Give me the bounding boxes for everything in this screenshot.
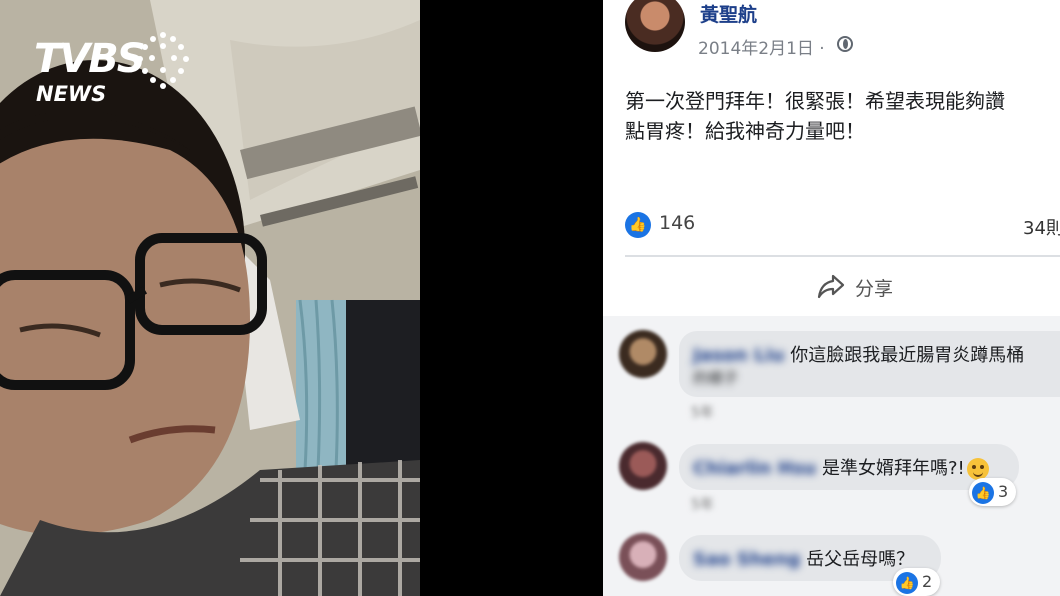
comment-text: 岳父岳母嗎？ (806, 549, 915, 570)
black-gap (420, 0, 603, 596)
comment-time[interactable]: 5年 (691, 494, 714, 514)
comment-count[interactable]: 34則 (1023, 214, 1060, 240)
thumbs-up-icon: 👍 (896, 571, 918, 594)
tvbs-news-logo: TVBS NEWS (34, 30, 194, 110)
divider (625, 255, 1060, 257)
comment-text: 你這臉跟我最近腸胃炎蹲馬桶 (790, 345, 1025, 366)
post-author[interactable]: 黃聖航 (700, 0, 757, 27)
commenter-avatar[interactable] (619, 330, 667, 378)
comment-text-continued: 的樣子 (693, 369, 739, 387)
author-avatar[interactable] (625, 0, 685, 52)
commenter-name[interactable]: Chiarlin Hsu (693, 458, 816, 479)
comment-reactions[interactable]: 👍 2 (893, 568, 941, 596)
post-content: 第一次登門拜年！很緊張！希望表現能夠讚 點胃疼！給我神奇力量吧！ (625, 89, 1005, 143)
commenter-avatar[interactable] (619, 533, 667, 581)
thumbs-up-icon: 👍 (972, 481, 994, 504)
logo-subtext: NEWS (36, 82, 107, 106)
share-icon (817, 274, 845, 299)
comment-reactions[interactable]: 👍 3 (969, 478, 1017, 506)
emoji-icon (966, 458, 989, 480)
comment-bubble: Chiarlin Hsu 是準女婿拜年嗎?! (679, 444, 1019, 490)
commenter-name[interactable]: Jason Liu (693, 345, 784, 366)
logo-text: TVBS (34, 36, 146, 82)
logo-dots-icon (137, 32, 189, 89)
news-photo: TVBS NEWS (0, 0, 420, 596)
like-icon[interactable]: 👍 (625, 212, 651, 238)
share-button[interactable]: 分享 (817, 270, 927, 304)
reaction-count: 3 (998, 482, 1009, 501)
post-date[interactable]: 2014年2月1日 · (698, 34, 825, 59)
like-count[interactable]: 146 (659, 212, 695, 234)
commenter-avatar[interactable] (619, 442, 667, 490)
comment-time[interactable]: 5年 (691, 402, 714, 422)
commenter-name[interactable]: Sao Sheng (693, 549, 800, 570)
comment-text: 是準女婿拜年嗎?! (821, 458, 965, 479)
globe-icon (837, 36, 853, 52)
comment-bubble: Jason Liu 你這臉跟我最近腸胃炎蹲馬桶 的樣子 (679, 331, 1060, 397)
share-label: 分享 (855, 278, 894, 300)
reaction-count: 2 (922, 572, 933, 591)
facebook-post: 黃聖航 2014年2月1日 · 第一次登門拜年！很緊張！希望表現能夠讚 點胃疼！… (603, 0, 1060, 596)
